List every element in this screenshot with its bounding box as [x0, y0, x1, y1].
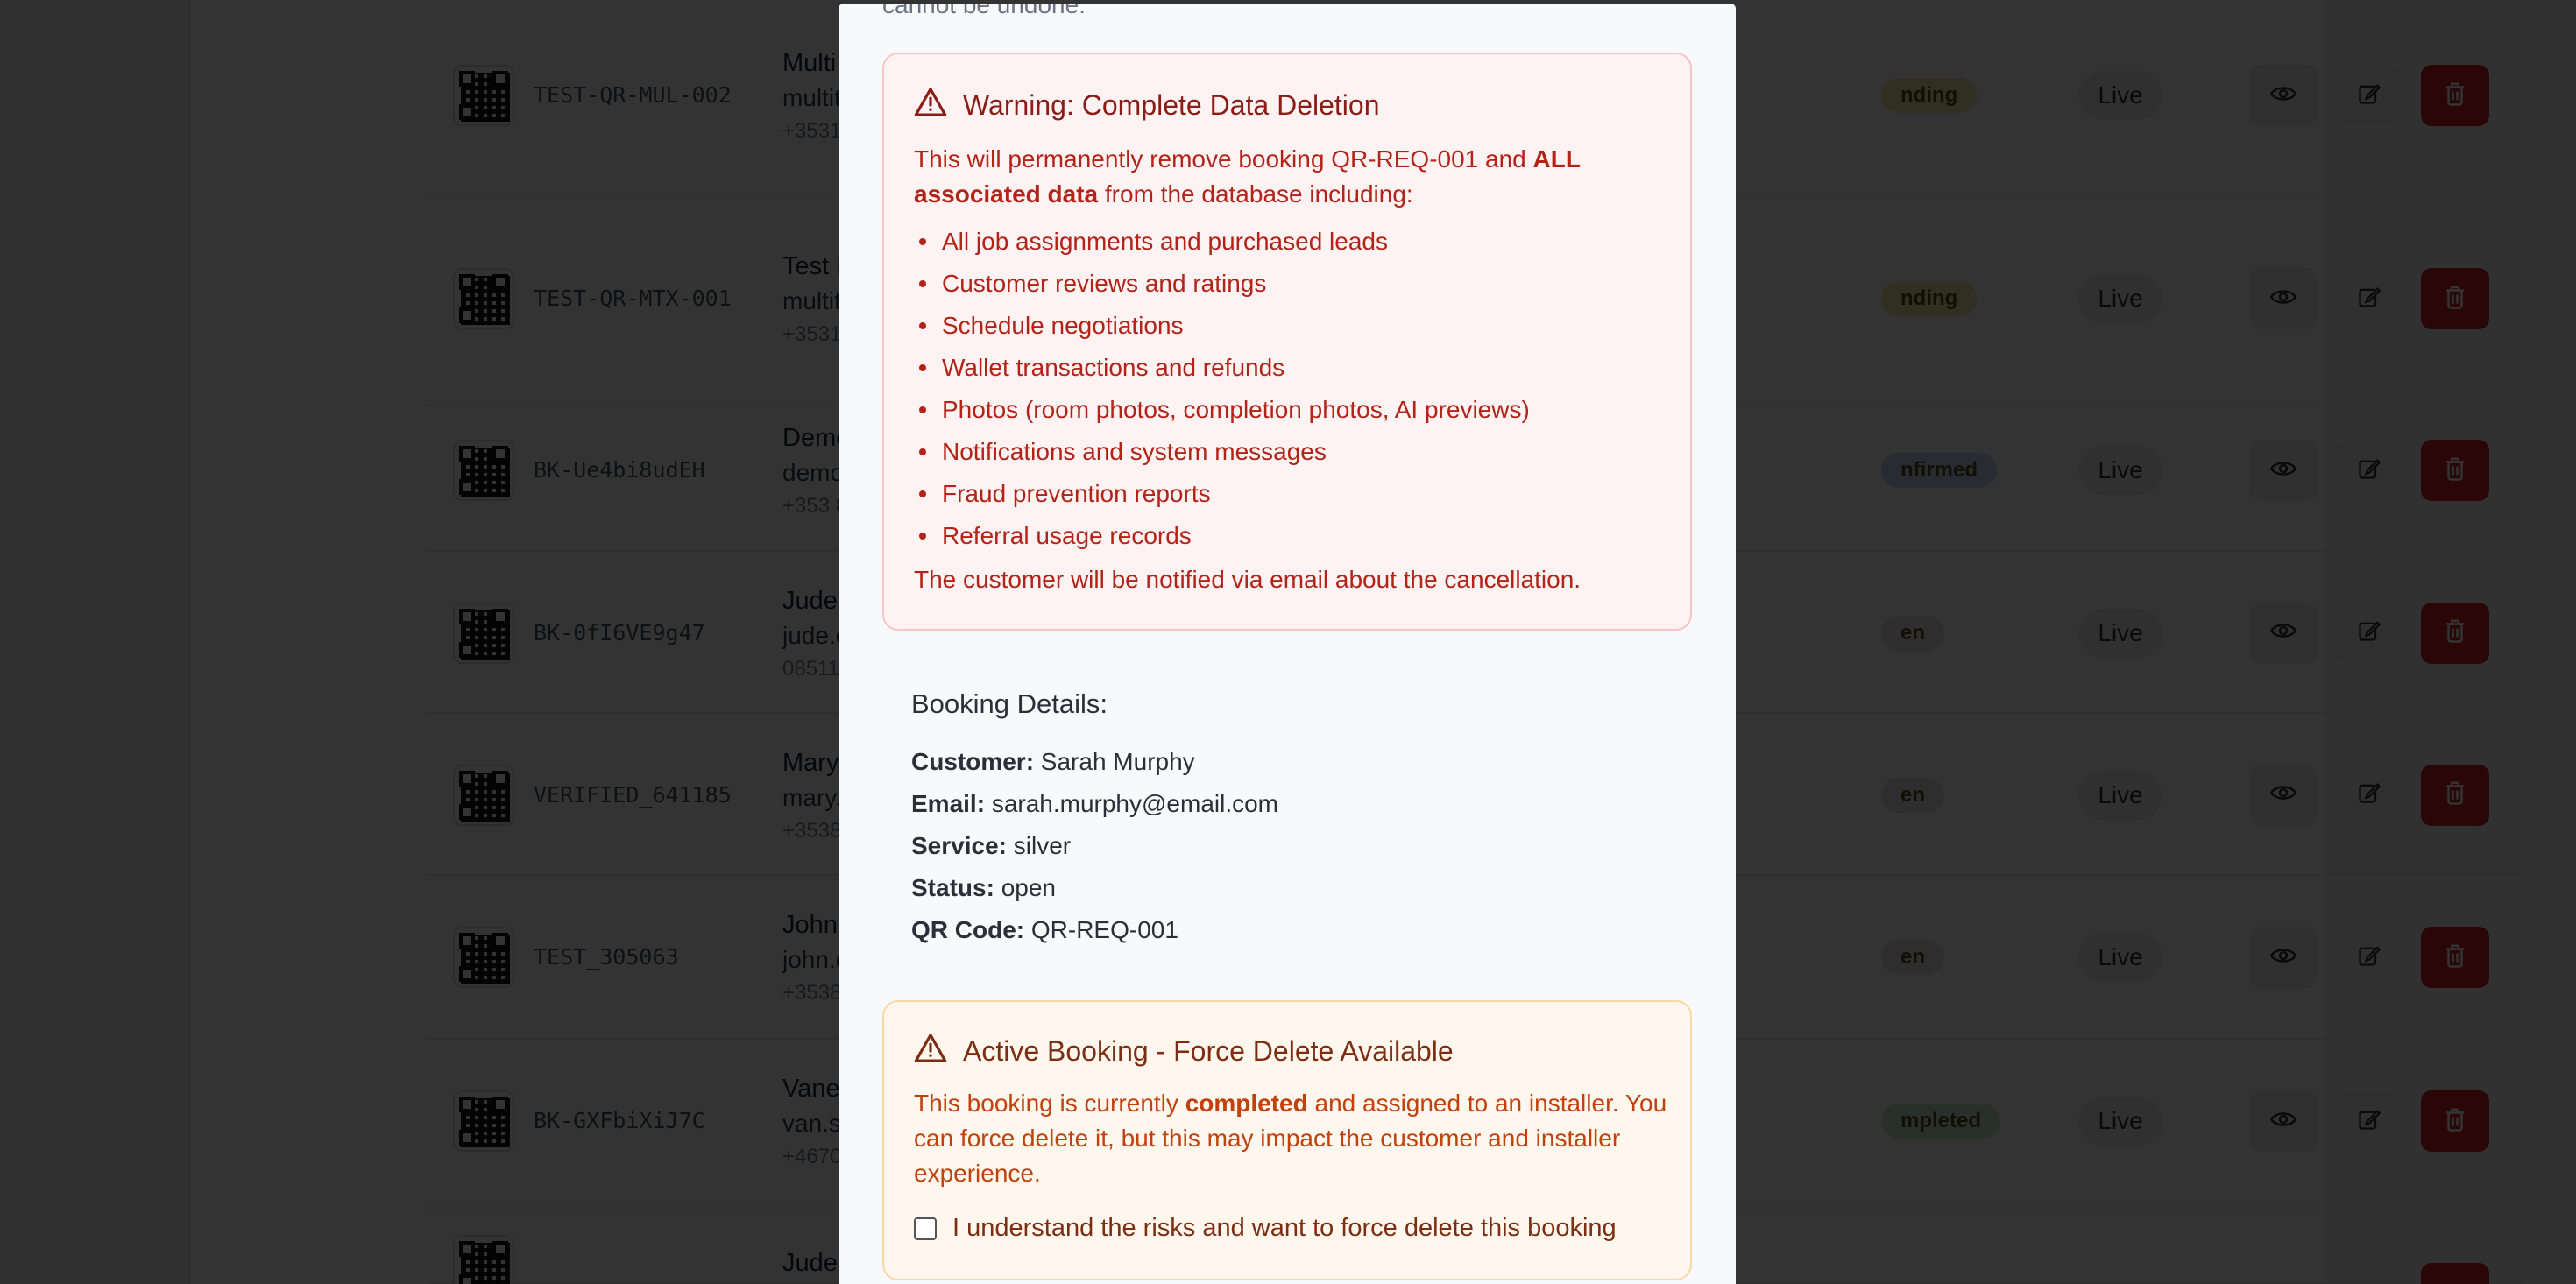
detail-label: Status: — [911, 874, 994, 901]
detail-email: Email: sarah.murphy@email.com — [911, 783, 1278, 825]
detail-service: Service: silver — [911, 825, 1278, 867]
detail-value: Sarah Murphy — [1040, 748, 1195, 775]
dialog-description: cannot be undone. — [882, 4, 1086, 18]
deletion-warning-panel: Warning: Complete Data Deletion This wil… — [882, 53, 1692, 631]
detail-value: QR-REQ-001 — [1030, 916, 1178, 943]
force-delete-text: This booking is currently — [914, 1090, 1185, 1117]
list-item: Customer reviews and ratings — [914, 263, 1530, 305]
detail-value: silver — [1013, 832, 1072, 859]
warning-title-text: Warning: Complete Data Deletion — [963, 88, 1380, 121]
force-delete-title-text: Active Booking - Force Delete Available — [963, 1034, 1454, 1067]
deleted-data-list: All job assignments and purchased leads … — [914, 221, 1530, 557]
warning-lead-text: This will permanently remove booking QR-… — [914, 145, 1533, 173]
warning-title: Warning: Complete Data Deletion — [914, 86, 1379, 124]
list-item: All job assignments and purchased leads — [914, 221, 1530, 263]
warning-lead-tail: from the database including: — [1098, 180, 1413, 208]
detail-label: Service: — [911, 832, 1007, 859]
list-item: Schedule negotiations — [914, 305, 1530, 347]
force-delete-title: Active Booking - Force Delete Available — [914, 1032, 1454, 1070]
detail-customer: Customer: Sarah Murphy — [911, 741, 1278, 783]
warning-lead: This will permanently remove booking QR-… — [914, 142, 1659, 212]
booking-status-emphasis: completed — [1185, 1090, 1308, 1117]
force-delete-checkbox-label: I understand the risks and want to force… — [952, 1214, 1617, 1242]
list-item: Notifications and system messages — [914, 431, 1530, 473]
detail-label: Customer: — [911, 748, 1035, 775]
detail-value: sarah.murphy@email.com — [991, 790, 1279, 817]
booking-details: Booking Details: Customer: Sarah Murphy … — [911, 688, 1278, 951]
force-delete-panel: Active Booking - Force Delete Available … — [882, 1000, 1692, 1280]
warning-footer: The customer will be notified via email … — [914, 566, 1582, 593]
booking-details-heading: Booking Details: — [911, 688, 1108, 719]
list-item: Wallet transactions and refunds — [914, 347, 1530, 389]
detail-status: Status: open — [911, 867, 1278, 909]
force-delete-checkbox[interactable] — [914, 1217, 937, 1240]
warning-triangle-icon — [914, 86, 947, 124]
force-delete-description: This booking is currently completed and … — [914, 1086, 1667, 1191]
list-item: Fraud prevention reports — [914, 473, 1530, 515]
detail-qr-code: QR Code: QR-REQ-001 — [911, 909, 1278, 951]
list-item: Photos (room photos, completion photos, … — [914, 389, 1530, 431]
detail-value: open — [1001, 874, 1056, 901]
list-item: Referral usage records — [914, 515, 1530, 557]
force-delete-confirmation[interactable]: I understand the risks and want to force… — [914, 1214, 1617, 1243]
detail-label: QR Code: — [911, 916, 1025, 943]
detail-label: Email: — [911, 790, 986, 817]
warning-triangle-icon — [914, 1032, 947, 1070]
delete-booking-dialog: cannot be undone. Warning: Complete Data… — [839, 4, 1736, 1284]
